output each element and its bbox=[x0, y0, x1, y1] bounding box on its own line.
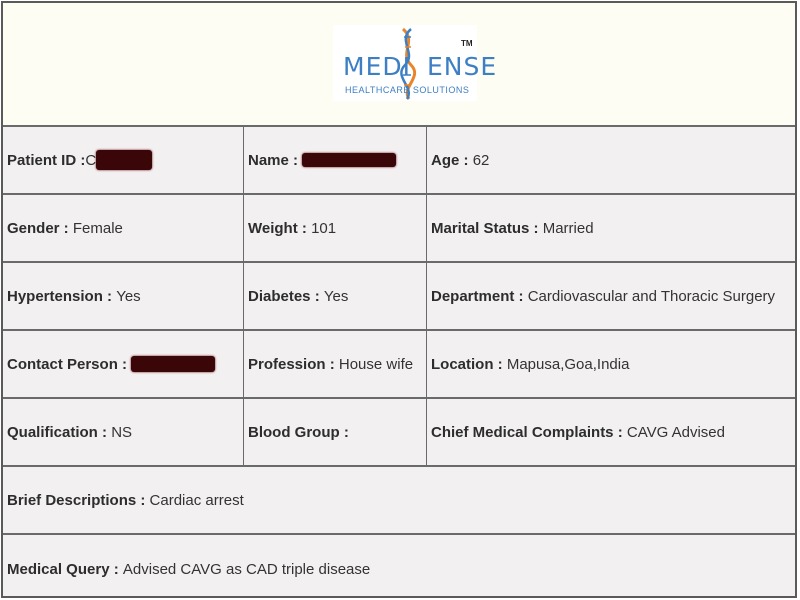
patient-id-cell: Patient ID :C bbox=[3, 127, 244, 195]
hypertension-value: Yes bbox=[116, 287, 141, 305]
name-cell: Name : bbox=[244, 127, 427, 195]
logo-wordmark: MEDI ENSE bbox=[343, 52, 498, 81]
redaction-block bbox=[96, 150, 153, 170]
header-banner: MEDI ENSE TM HEALTHCARE SOLUTIONS bbox=[3, 3, 795, 127]
diabetes-cell: Diabetes : Yes bbox=[244, 263, 427, 331]
marital-status-value: Married bbox=[542, 219, 594, 237]
age-cell: Age : 62 bbox=[427, 127, 795, 195]
patient-record-frame: MEDI ENSE TM HEALTHCARE SOLUTIONS Patient… bbox=[1, 1, 797, 598]
gender-cell: Gender : Female bbox=[3, 195, 244, 263]
hypertension-cell: Hypertension : Yes bbox=[3, 263, 244, 331]
gender-value: Female bbox=[72, 219, 123, 237]
medical-query-value: Advised CAVG as CAD triple disease bbox=[122, 560, 371, 578]
chief-complaints-cell: Chief Medical Complaints : CAVG Advised bbox=[427, 399, 795, 467]
profession-value: House wife bbox=[338, 355, 414, 373]
contact-person-cell: Contact Person : bbox=[3, 331, 244, 399]
medical-query-cell: Medical Query : Advised CAVG as CAD trip… bbox=[7, 560, 371, 578]
blood-group-cell: Blood Group : bbox=[244, 399, 427, 467]
redaction-block bbox=[131, 356, 216, 372]
weight-value: 101 bbox=[311, 219, 337, 237]
diabetes-value: Yes bbox=[323, 287, 349, 305]
brief-descriptions-cell: Brief Descriptions : Cardiac arrest bbox=[3, 467, 795, 535]
marital-status-cell: Marital Status : Married bbox=[427, 195, 795, 263]
patient-id-value: C bbox=[85, 151, 97, 169]
department-value: Cardiovascular and Thoracic Surgery bbox=[527, 287, 776, 305]
logo-tagline: HEALTHCARE SOLUTIONS bbox=[345, 85, 470, 95]
location-cell: Location : Mapusa,Goa,India bbox=[427, 331, 795, 399]
profession-cell: Profession : House wife bbox=[244, 331, 427, 399]
location-value: Mapusa,Goa,India bbox=[506, 355, 630, 373]
medisense-logo: MEDI ENSE TM HEALTHCARE SOLUTIONS bbox=[333, 25, 496, 101]
qualification-cell: Qualification : NS bbox=[3, 399, 244, 467]
department-cell: Department : Cardiovascular and Thoracic… bbox=[427, 263, 795, 331]
chief-complaints-value: CAVG Advised bbox=[626, 423, 725, 441]
age-value: 62 bbox=[472, 151, 490, 169]
redaction-block bbox=[302, 153, 397, 167]
trademark-mark: TM bbox=[461, 39, 473, 48]
weight-cell: Weight : 101 bbox=[244, 195, 427, 263]
qualification-value: NS bbox=[111, 423, 133, 441]
brief-descriptions-value: Cardiac arrest bbox=[149, 491, 244, 509]
